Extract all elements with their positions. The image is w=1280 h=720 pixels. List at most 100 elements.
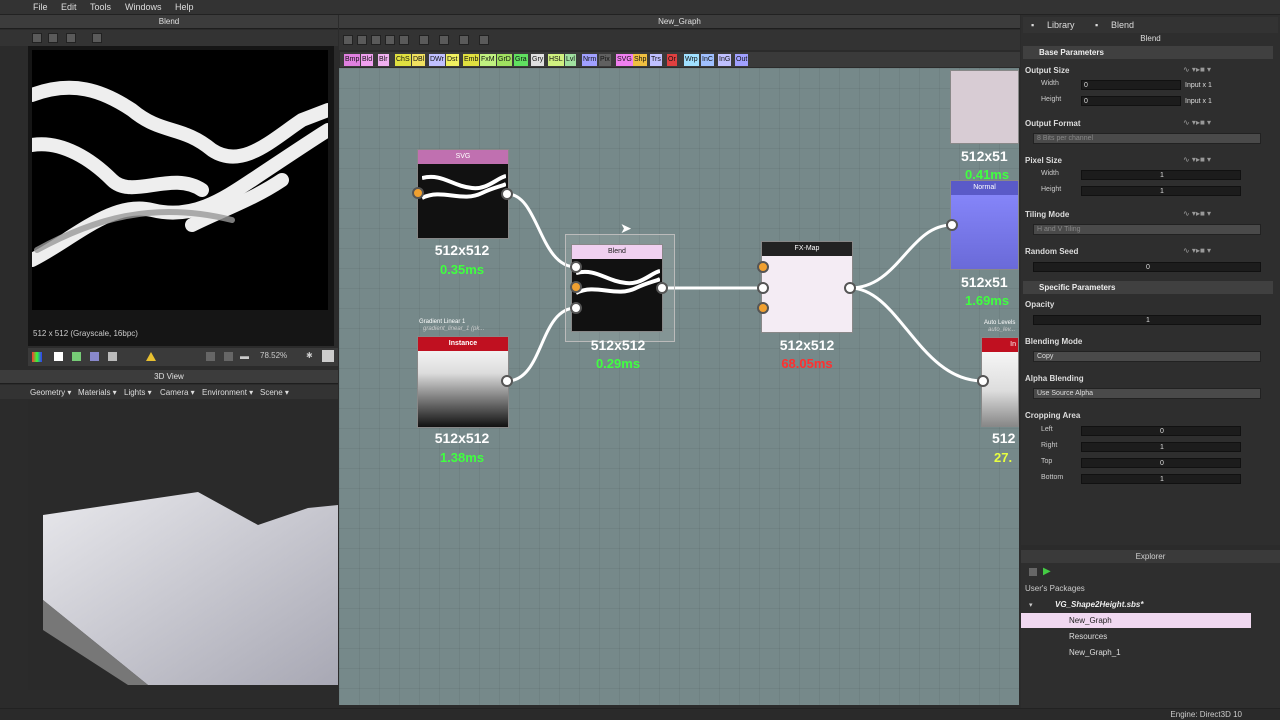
tree-item-resources[interactable]: Resources (1069, 632, 1107, 641)
blending-mode-dropdown[interactable]: Copy (1033, 351, 1261, 362)
crop-left-field[interactable]: 0 (1081, 426, 1241, 436)
palette-item-inc[interactable]: InC (701, 54, 714, 66)
view3d-menu-environment[interactable]: Environment ▾ (202, 388, 253, 397)
node-gradient[interactable]: Instance (417, 336, 509, 428)
view2d-tool-icon[interactable] (66, 33, 76, 43)
palette-item-blr[interactable]: Blr (378, 54, 389, 66)
tiling-mode-dropdown[interactable]: H and V Tiling (1033, 224, 1261, 235)
snapshot-icon[interactable] (322, 350, 334, 362)
palette-item-wrp[interactable]: Wrp (684, 54, 699, 66)
view2d-tool-icon[interactable] (92, 33, 102, 43)
node-svg[interactable]: SVG (417, 149, 509, 239)
tree-item-new-graph[interactable]: New_Graph (1069, 616, 1112, 625)
output-height-mode[interactable]: Input x 1 (1185, 98, 1212, 105)
graph-canvas[interactable]: SVG 512x512 0.35ms Gradient Linear 1 gra… (339, 68, 1019, 705)
menu-help[interactable]: Help (175, 2, 194, 12)
palette-item-lvl[interactable]: Lvl (565, 54, 576, 66)
palette-item-nrm[interactable]: Nrm (582, 54, 598, 66)
section-base-parameters[interactable]: Base Parameters (1023, 46, 1273, 59)
view3d-menu-scene[interactable]: Scene ▾ (260, 388, 289, 397)
pixel-size-link-icon[interactable]: ∿ ▾▸■ ▾ (1183, 155, 1211, 164)
graph-tool-icon[interactable] (439, 35, 449, 45)
graph-tool-icon[interactable] (385, 35, 395, 45)
palette-item-chs[interactable]: ChS (395, 54, 411, 66)
graph-tool-icon[interactable] (371, 35, 381, 45)
package-expand-icon[interactable]: ▾ (1029, 601, 1033, 609)
tree-item-new-graph-1[interactable]: New_Graph_1 (1069, 648, 1121, 657)
node-blend-input-background[interactable] (570, 281, 582, 293)
menu-file[interactable]: File (33, 2, 48, 12)
zoom-level[interactable]: 78.52% (260, 351, 287, 360)
graph-tool-icon[interactable] (479, 35, 489, 45)
node-blend-input-opacity[interactable] (570, 302, 582, 314)
palette-item-or[interactable]: Or (667, 54, 677, 66)
palette-item-trs[interactable]: Trs (650, 54, 662, 66)
grid-icon[interactable] (90, 352, 99, 361)
node-blend-output-port[interactable] (656, 282, 668, 294)
section-specific-parameters[interactable]: Specific Parameters (1023, 281, 1273, 294)
palette-item-svg[interactable]: SVG (616, 54, 633, 66)
palette-item-out[interactable]: Out (735, 54, 749, 66)
tab-library[interactable]: Library (1047, 20, 1075, 30)
random-seed-link-icon[interactable]: ∿ ▾▸■ ▾ (1183, 246, 1211, 255)
settings-icon[interactable]: ✱ (306, 351, 313, 360)
output-size-link-icon[interactable]: ∿ ▾▸■ ▾ (1183, 65, 1211, 74)
pixel-height-field[interactable]: 1 (1081, 186, 1241, 196)
tab-blend[interactable]: Blend (1111, 20, 1134, 30)
output-format-dropdown[interactable]: 8 Bits per channel (1033, 133, 1261, 144)
palette-item-shp[interactable]: Shp (633, 54, 648, 66)
graph-tool-icon[interactable] (459, 35, 469, 45)
node-fxmap[interactable]: FX-Map (761, 241, 853, 333)
channels-icon[interactable] (32, 352, 42, 362)
graph-tool-icon[interactable] (343, 35, 353, 45)
output-width-mode[interactable]: Input x 1 (1185, 82, 1212, 89)
palette-item-dbl[interactable]: DBl (412, 54, 426, 66)
node-fxmap-input-1[interactable] (757, 261, 769, 273)
palette-item-bld[interactable]: Bld (361, 54, 374, 66)
color-icon[interactable] (54, 352, 63, 361)
explorer-play-icon[interactable]: ▶ (1043, 566, 1051, 577)
palette-item-grd[interactable]: GrD (497, 54, 512, 66)
graph-tool-icon[interactable] (419, 35, 429, 45)
output-width-field[interactable]: 0 (1081, 80, 1181, 90)
graph-tool-icon[interactable] (357, 35, 367, 45)
menu-tools[interactable]: Tools (90, 2, 111, 12)
view3d-menu-lights[interactable]: Lights ▾ (124, 388, 152, 397)
palette-item-bmp[interactable]: Bmp (344, 54, 361, 66)
crop-right-field[interactable]: 1 (1081, 442, 1241, 452)
opacity-slider[interactable]: 1 (1033, 315, 1261, 325)
palette-item-gry[interactable]: Gry (531, 54, 545, 66)
view3d-menu-materials[interactable]: Materials ▾ (78, 388, 117, 397)
fit-icon[interactable] (206, 352, 215, 361)
pixel-width-field[interactable]: 1 (1081, 170, 1241, 180)
slider-handle-icon[interactable]: ▬ (240, 351, 249, 361)
view2d-tool-icon[interactable] (48, 33, 58, 43)
palette-item-emb[interactable]: Emb (463, 54, 480, 66)
tiling-mode-link-icon[interactable]: ∿ ▾▸■ ▾ (1183, 209, 1211, 218)
random-seed-field[interactable]: 0 (1033, 262, 1261, 272)
node-fxmap-input-3[interactable] (757, 302, 769, 314)
graph-tool-icon[interactable] (399, 35, 409, 45)
alpha-blending-dropdown[interactable]: Use Source Alpha (1033, 388, 1261, 399)
palette-item-pix[interactable]: Pix (599, 54, 611, 66)
palette-item-gra[interactable]: Gra (514, 54, 528, 66)
node-gradient-output-port[interactable] (501, 375, 513, 387)
node-normal[interactable]: Normal (950, 180, 1019, 270)
node-fxmap-output-port[interactable] (844, 282, 856, 294)
green-icon[interactable] (72, 352, 81, 361)
node-fxmap-input-2[interactable] (757, 282, 769, 294)
palette-item-hsl[interactable]: HSL (548, 54, 564, 66)
node-blend-input-foreground[interactable] (570, 261, 582, 273)
view3d-menu-geometry[interactable]: Geometry ▾ (30, 388, 71, 397)
node-svg-output-port[interactable] (501, 188, 513, 200)
palette-item-dwr[interactable]: DWr (429, 54, 445, 66)
zoom-reset-icon[interactable] (224, 352, 233, 361)
node-top-right[interactable] (950, 70, 1019, 144)
crop-bottom-field[interactable]: 1 (1081, 474, 1241, 484)
menu-windows[interactable]: Windows (125, 2, 162, 12)
node-blend[interactable]: Blend (571, 244, 663, 332)
node-svg-input-port[interactable] (412, 187, 424, 199)
output-height-field[interactable]: 0 (1081, 96, 1181, 106)
node-autolevels-input-port[interactable] (977, 375, 989, 387)
output-format-link-icon[interactable]: ∿ ▾▸■ ▾ (1183, 118, 1211, 127)
